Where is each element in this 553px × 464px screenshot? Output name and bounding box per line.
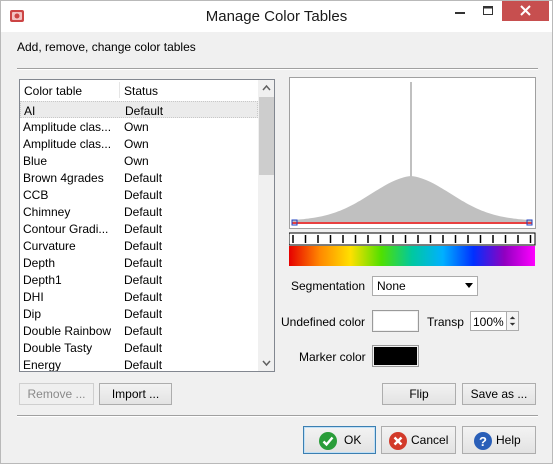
- color-table-name: Brown 4grades: [23, 171, 104, 185]
- color-table-name: Contour Gradi...: [23, 222, 109, 236]
- cancel-button[interactable]: Cancel: [381, 426, 456, 454]
- histogram-graphic: [291, 82, 533, 226]
- color-table-status: Own: [124, 120, 149, 134]
- color-table-name: AI: [24, 104, 36, 118]
- color-table-name: CCB: [23, 188, 49, 202]
- list-item[interactable]: Dip Default: [20, 305, 258, 322]
- segmentation-label: Segmentation: [291, 279, 366, 293]
- undefined-color-label: Undefined color: [281, 315, 366, 329]
- ok-label: OK: [344, 433, 362, 447]
- transparency-value: 100%: [473, 315, 504, 329]
- color-table-status: Default: [124, 307, 163, 321]
- help-icon: ?: [474, 432, 492, 450]
- svg-text:?: ?: [479, 434, 487, 449]
- manage-color-tables-dialog: Manage Color Tables Add, remove, change …: [0, 0, 553, 464]
- cancel-label: Cancel: [411, 433, 449, 447]
- color-table-name: Chimney: [23, 205, 71, 219]
- segmentation-value: None: [377, 279, 406, 293]
- list-item[interactable]: Amplitude clas... Own: [20, 135, 258, 152]
- list-item[interactable]: DHI Default: [20, 288, 258, 305]
- column-header-color-table[interactable]: Color table: [24, 84, 82, 98]
- close-icon[interactable]: [502, 1, 549, 21]
- color-table-name: Amplitude clas...: [23, 120, 112, 134]
- color-table-status: Default: [124, 222, 163, 236]
- save-as-button[interactable]: Save as ...: [462, 383, 536, 405]
- marker-color-swatch[interactable]: [372, 345, 419, 367]
- list-item[interactable]: Brown 4grades Default: [20, 169, 258, 186]
- header-divider: [119, 82, 120, 98]
- color-table-status: Default: [124, 256, 163, 270]
- scroll-down-icon[interactable]: [258, 354, 275, 371]
- list-item[interactable]: Depth Default: [20, 254, 258, 271]
- color-table-status: Own: [124, 137, 149, 151]
- list-item[interactable]: Curvature Default: [20, 237, 258, 254]
- color-table-status: Default: [124, 273, 163, 287]
- histogram-preview[interactable]: [289, 77, 536, 229]
- column-header-status[interactable]: Status: [124, 84, 158, 98]
- marker-color-label: Marker color: [299, 350, 366, 364]
- color-table-name: Double Tasty: [23, 341, 93, 355]
- color-table-name: Blue: [23, 154, 48, 168]
- color-table-status: Default: [124, 239, 163, 253]
- color-table-status: Own: [124, 154, 149, 168]
- color-table-status: Default: [125, 104, 164, 118]
- color-table-status: Default: [124, 171, 163, 185]
- color-table-name: Amplitude clas...: [23, 137, 112, 151]
- color-table-status: Default: [124, 324, 163, 338]
- color-table-name: Energy: [23, 358, 62, 372]
- list-item[interactable]: Depth1 Default: [20, 271, 258, 288]
- spinner-arrows-icon[interactable]: [506, 312, 518, 330]
- color-bar[interactable]: [288, 231, 536, 269]
- remove-button[interactable]: Remove ...: [19, 383, 94, 405]
- undefined-color-swatch[interactable]: [372, 310, 419, 332]
- color-table-name: Depth: [23, 256, 56, 270]
- list-item[interactable]: Double Rainbow Default: [20, 322, 258, 339]
- scroll-thumb[interactable]: [259, 97, 274, 175]
- cancel-icon: [389, 432, 407, 450]
- list-item[interactable]: Energy Default: [20, 356, 258, 372]
- title-bar[interactable]: Manage Color Tables: [1, 1, 552, 32]
- import-button[interactable]: Import ...: [99, 383, 172, 405]
- ok-button[interactable]: OK: [303, 426, 376, 454]
- scroll-up-icon[interactable]: [258, 80, 275, 97]
- segmentation-select[interactable]: None: [372, 276, 478, 296]
- color-table-status: Default: [124, 188, 163, 202]
- maximize-icon[interactable]: [474, 1, 502, 21]
- check-icon: [319, 432, 337, 450]
- list-item[interactable]: Contour Gradi... Default: [20, 220, 258, 237]
- separator: [17, 415, 538, 417]
- help-button[interactable]: ? Help: [462, 426, 536, 454]
- color-table-name: Dip: [23, 307, 42, 321]
- color-table-status: Default: [124, 205, 163, 219]
- color-table-status: Default: [124, 290, 163, 304]
- undefined-color-fill: [374, 312, 417, 330]
- color-table-list[interactable]: Color table Status AI Default Amplitude cl…: [19, 79, 275, 372]
- color-table-name: Depth1: [23, 273, 62, 287]
- flip-button[interactable]: Flip: [382, 383, 456, 405]
- list-item[interactable]: Chimney Default: [20, 203, 258, 220]
- list-item[interactable]: Blue Own: [20, 152, 258, 169]
- list-rows: AI Default Amplitude clas... Own Amplitude c…: [20, 101, 258, 372]
- minimize-icon[interactable]: [446, 1, 474, 21]
- list-item[interactable]: Amplitude clas... Own: [20, 118, 258, 135]
- transparency-spinner[interactable]: 100%: [470, 311, 519, 331]
- color-table-status: Default: [124, 358, 163, 372]
- list-item[interactable]: CCB Default: [20, 186, 258, 203]
- list-item[interactable]: Double Tasty Default: [20, 339, 258, 356]
- color-table-name: Double Rainbow: [23, 324, 112, 338]
- color-table-status: Default: [124, 341, 163, 355]
- separator: [17, 68, 538, 70]
- color-table-name: DHI: [23, 290, 44, 304]
- dialog-subtitle: Add, remove, change color tables: [17, 40, 196, 54]
- transparency-label: Transp: [427, 315, 464, 329]
- marker-color-fill: [374, 347, 417, 365]
- list-header: Color table Status: [20, 80, 258, 100]
- color-table-name: Curvature: [23, 239, 76, 253]
- vertical-scrollbar[interactable]: [258, 80, 275, 371]
- chevron-down-icon: [465, 283, 473, 288]
- list-item[interactable]: AI Default: [20, 101, 258, 118]
- help-label: Help: [496, 433, 521, 447]
